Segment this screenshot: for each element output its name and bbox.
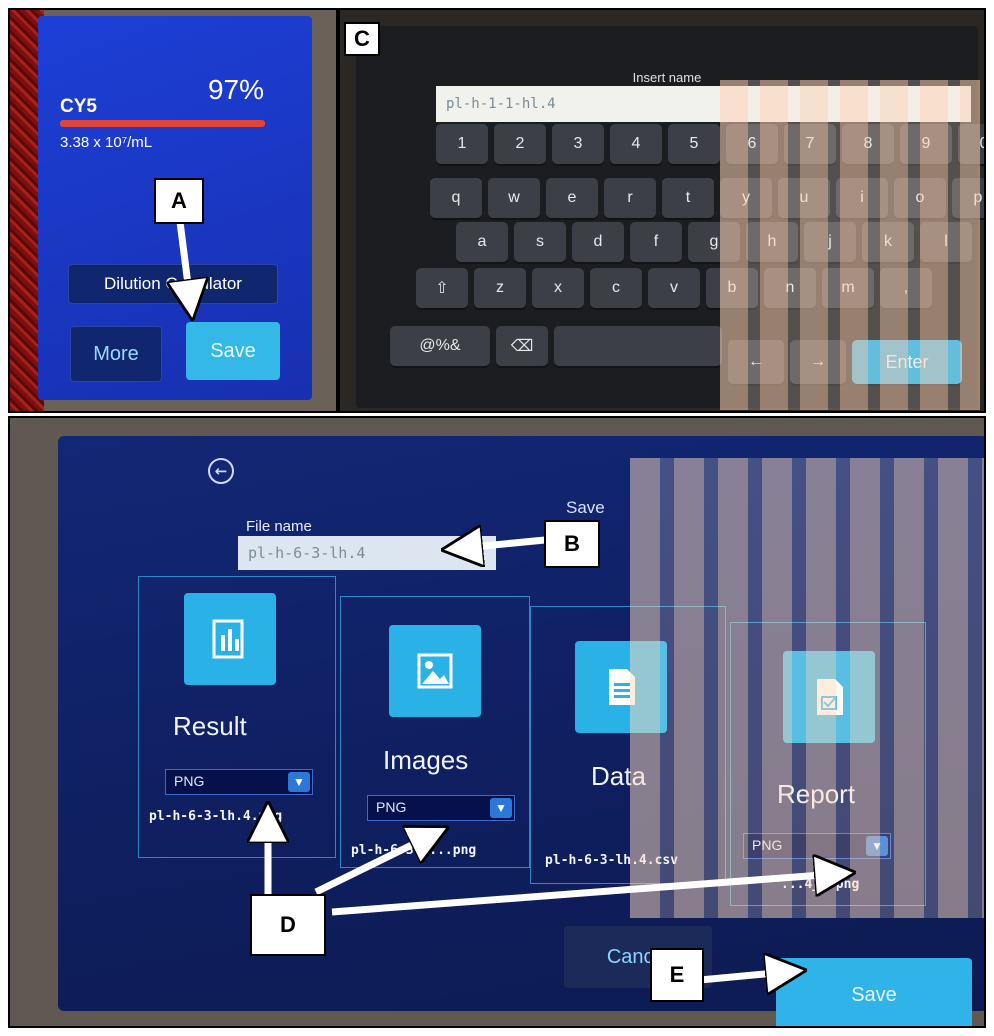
key-m[interactable]: m [822, 268, 874, 308]
save-button[interactable]: Save [776, 958, 972, 1026]
panel-c-keyboard-screen: Insert name 1234567890 qwertyuiop asdfghjk… [338, 8, 986, 413]
callout-d: D [250, 894, 326, 956]
key-1[interactable]: 1 [436, 124, 488, 164]
key-p[interactable]: p [952, 178, 984, 218]
callout-e: E [650, 948, 704, 1002]
card-title: Data [591, 761, 646, 791]
key-d[interactable]: d [572, 222, 624, 262]
chart-icon [184, 593, 276, 685]
percent-bar [60, 120, 265, 127]
dialog-title: Insert name [632, 70, 702, 85]
name-input[interactable] [436, 86, 971, 122]
key-h[interactable]: h [746, 222, 798, 262]
key-0[interactable]: 0 [958, 124, 984, 164]
card-filename: ...4_R.png [781, 877, 860, 892]
key-,[interactable]: , [880, 268, 932, 308]
key-5[interactable]: 5 [668, 124, 720, 164]
channel-label: CY5 [60, 96, 97, 117]
more-button[interactable]: More [70, 326, 162, 382]
report-card[interactable]: Report PNG ▼ ...4_R.png [730, 622, 926, 906]
key-right-arrow[interactable]: → [790, 340, 846, 384]
key-left-arrow[interactable]: ← [728, 340, 784, 384]
key-z[interactable]: z [474, 268, 526, 308]
images-card[interactable]: Images PNG ▼ pl-h-6-3-....png [340, 596, 530, 868]
card-filename: pl-h-6-3-....png [351, 843, 477, 858]
card-title: Images [383, 745, 469, 775]
key-x[interactable]: x [532, 268, 584, 308]
key-7[interactable]: 7 [784, 124, 836, 164]
key-k[interactable]: k [862, 222, 914, 262]
back-arrow-icon[interactable]: ← [208, 458, 234, 484]
device-screen-save: ← Save File name Result PNG ▼ pl-h-6-3-l… [58, 436, 984, 1026]
key-4[interactable]: 4 [610, 124, 662, 164]
key-e[interactable]: e [546, 178, 598, 218]
dilution-calculator-button[interactable]: Dilution Calculator [68, 264, 278, 304]
concentration-value: 3.38 x 10⁷/mL [60, 134, 153, 151]
key-f[interactable]: f [630, 222, 682, 262]
format-select[interactable]: PNG ▼ [743, 833, 891, 859]
key-space[interactable] [554, 326, 722, 366]
document-icon [575, 641, 667, 733]
format-select[interactable]: PNG ▼ [165, 769, 313, 795]
key-s[interactable]: s [514, 222, 566, 262]
key-9[interactable]: 9 [900, 124, 952, 164]
key-3[interactable]: 3 [552, 124, 604, 164]
key-j[interactable]: j [804, 222, 856, 262]
callout-b: B [544, 520, 600, 568]
data-card[interactable]: Data pl-h-6-3-lh.4.csv [530, 606, 726, 884]
device-screen-c: Insert name 1234567890 qwertyuiop asdfghjk… [356, 26, 984, 408]
key-6[interactable]: 6 [726, 124, 778, 164]
key-g[interactable]: g [688, 222, 740, 262]
key-a[interactable]: a [456, 222, 508, 262]
key-o[interactable]: o [894, 178, 946, 218]
key-backspace[interactable]: ⌫ [496, 326, 548, 366]
image-icon [389, 625, 481, 717]
card-filename: pl-h-6-3-lh.4.png [149, 809, 283, 824]
file-name-label: File name [246, 518, 312, 535]
key-q[interactable]: q [430, 178, 482, 218]
panel-save-dialog: ← Save File name Result PNG ▼ pl-h-6-3-l… [8, 416, 986, 1028]
format-select[interactable]: PNG ▼ [367, 795, 515, 821]
key-l[interactable]: l [920, 222, 972, 262]
result-card[interactable]: Result PNG ▼ pl-h-6-3-lh.4.png [138, 576, 336, 858]
chevron-down-icon: ▼ [288, 772, 310, 792]
format-value: PNG [174, 773, 205, 789]
dialog-title: Save [566, 498, 605, 517]
key-u[interactable]: u [778, 178, 830, 218]
key-symbols[interactable]: @%& [390, 326, 490, 366]
key-v[interactable]: v [648, 268, 700, 308]
key-c[interactable]: c [590, 268, 642, 308]
format-value: PNG [376, 799, 407, 815]
key-8[interactable]: 8 [842, 124, 894, 164]
report-icon [783, 651, 875, 743]
key-n[interactable]: n [764, 268, 816, 308]
key-w[interactable]: w [488, 178, 540, 218]
chevron-down-icon: ▼ [866, 836, 888, 856]
card-title: Report [777, 779, 856, 809]
key-b[interactable]: b [706, 268, 758, 308]
card-title: Result [173, 711, 247, 741]
chevron-down-icon: ▼ [490, 798, 512, 818]
key-y[interactable]: y [720, 178, 772, 218]
callout-a: A [154, 178, 204, 224]
key-t[interactable]: t [662, 178, 714, 218]
callout-c: C [344, 22, 380, 56]
save-button[interactable]: Save [186, 322, 280, 380]
file-name-input[interactable] [238, 536, 496, 570]
key-shift[interactable]: ⇧ [416, 268, 468, 308]
format-value: PNG [752, 837, 783, 853]
key-i[interactable]: i [836, 178, 888, 218]
key-enter[interactable]: Enter [852, 340, 962, 384]
key-2[interactable]: 2 [494, 124, 546, 164]
card-filename: pl-h-6-3-lh.4.csv [545, 853, 679, 868]
key-r[interactable]: r [604, 178, 656, 218]
percent-value: 97% [207, 74, 264, 105]
